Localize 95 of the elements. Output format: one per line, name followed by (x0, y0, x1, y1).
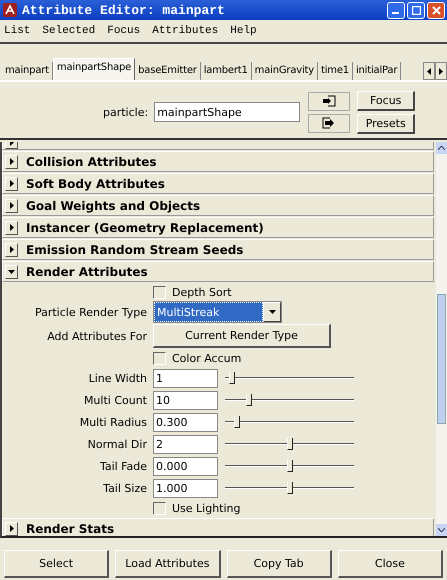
attribute-label: Normal Dir (88, 438, 147, 450)
attribute-label: Line Width (88, 372, 147, 384)
section-title: Render Attributes (26, 264, 148, 278)
scroll-up-button[interactable] (436, 142, 447, 154)
right-triangle-icon (10, 224, 14, 231)
scroll-down-button[interactable] (436, 524, 447, 536)
right-triangle-icon (10, 180, 14, 187)
side-button[interactable]: Presets (357, 114, 416, 134)
menu-item[interactable]: List (4, 25, 30, 37)
expand-button[interactable] (5, 154, 18, 168)
expand-button[interactable] (5, 176, 18, 190)
slider-thumb[interactable] (246, 394, 252, 406)
right-triangle-icon (10, 202, 14, 209)
section-header[interactable]: Render Stats (2, 518, 434, 536)
checkbox[interactable] (153, 352, 166, 364)
close-icon (432, 6, 440, 14)
checkbox[interactable] (153, 286, 166, 298)
window-title: Attribute Editor: mainpart (22, 2, 226, 18)
section-header[interactable]: Instancer (Geometry Replacement) (2, 217, 434, 238)
value-field[interactable]: 1.000 (153, 478, 218, 498)
close-button[interactable] (427, 2, 445, 18)
section-header[interactable]: Emission Random Stream Seeds (2, 239, 434, 260)
right-arrow-icon (439, 68, 443, 74)
value-field[interactable]: 0.300 (153, 412, 218, 432)
tab[interactable]: baseEmitter (135, 62, 201, 80)
render-type-dropdown[interactable]: MultiStreak (153, 301, 282, 323)
menu-item[interactable]: Help (230, 25, 257, 37)
expand-button[interactable] (5, 220, 18, 234)
slider-thumb[interactable] (287, 438, 293, 450)
tab[interactable]: time1 (318, 62, 353, 80)
slider-thumb[interactable] (234, 416, 240, 428)
vertical-scrollbar[interactable] (436, 142, 447, 536)
menu-item[interactable]: Attributes (152, 25, 218, 37)
maximize-button[interactable] (407, 2, 425, 18)
render-type-button[interactable]: Current Render Type (153, 324, 331, 348)
section-title: Collision Attributes (26, 154, 157, 168)
minimize-button[interactable] (387, 2, 405, 18)
checkbox-label: Depth Sort (172, 286, 232, 298)
section-header[interactable]: Goal Weights and Objects (2, 195, 434, 216)
node-name-field[interactable]: mainpartShape (154, 102, 300, 122)
checkbox-label: Color Accum (172, 352, 242, 364)
section-title: Emission Random Stream Seeds (26, 242, 244, 256)
input-connection-button[interactable] (308, 92, 350, 110)
scroll-right-button[interactable] (435, 62, 447, 80)
expand-button[interactable] (5, 242, 18, 256)
right-triangle-icon (10, 525, 14, 532)
bottom-button[interactable]: Copy Tab (226, 550, 332, 578)
attribute-label: Add Attributes For (47, 330, 147, 342)
arrow-out-of-box-icon (322, 117, 336, 129)
dropdown-arrow-icon (268, 310, 276, 314)
attribute-label: Multi Count (84, 394, 147, 406)
field-label: particle: (103, 106, 148, 118)
section-title: Instancer (Geometry Replacement) (26, 220, 264, 234)
attribute-label: Tail Size (103, 482, 147, 494)
menu-item[interactable]: Selected (42, 25, 96, 37)
attribute-label: Multi Radius (80, 416, 147, 428)
scroll-left-button[interactable] (423, 62, 435, 80)
section-header[interactable]: Soft Body Attributes (2, 173, 434, 194)
section-title: Goal Weights and Objects (26, 198, 200, 212)
value-field[interactable]: 10 (153, 390, 218, 410)
slider-thumb[interactable] (287, 482, 293, 494)
app-icon (3, 3, 17, 17)
section-header[interactable]: Render Attributes (2, 261, 434, 282)
down-triangle-icon (8, 270, 15, 274)
output-connection-button[interactable] (308, 114, 350, 132)
expand-button[interactable] (5, 522, 18, 536)
tab[interactable]: lambert1 (200, 62, 252, 80)
slider-thumb[interactable] (228, 372, 235, 384)
side-button[interactable]: Focus (357, 90, 416, 110)
bottom-button[interactable]: Close (338, 550, 443, 578)
attribute-label: Tail Fade (100, 460, 147, 472)
expand-button[interactable] (5, 198, 18, 212)
value-field[interactable]: 2 (153, 434, 218, 454)
checkbox-label: Use Lighting (172, 502, 241, 514)
tab[interactable]: mainGravity (252, 62, 318, 80)
right-triangle-icon (10, 246, 14, 253)
section-header[interactable]: Collision Attributes (2, 151, 434, 172)
value-field[interactable]: 1 (153, 368, 218, 388)
maximize-icon (412, 6, 420, 14)
slider-thumb[interactable] (287, 460, 293, 472)
tab[interactable]: mainpartShape (52, 58, 136, 80)
bottom-button[interactable]: Select (4, 550, 110, 578)
tab[interactable]: initialPar (352, 62, 402, 80)
bottom-button[interactable]: Load Attributes (115, 550, 220, 578)
expand-button[interactable] (5, 264, 18, 278)
section-title: Render Stats (26, 522, 114, 536)
section-title: Soft Body Attributes (26, 176, 165, 190)
scrollbar-thumb[interactable] (437, 294, 446, 424)
arrow-into-box-icon (322, 95, 336, 107)
value-field[interactable]: 0.000 (153, 456, 218, 476)
checkbox[interactable] (153, 502, 166, 514)
right-triangle-icon (10, 158, 14, 165)
menu-item[interactable]: Focus (107, 25, 140, 37)
left-arrow-icon (427, 68, 431, 74)
attribute-label: Particle Render Type (34, 306, 147, 318)
